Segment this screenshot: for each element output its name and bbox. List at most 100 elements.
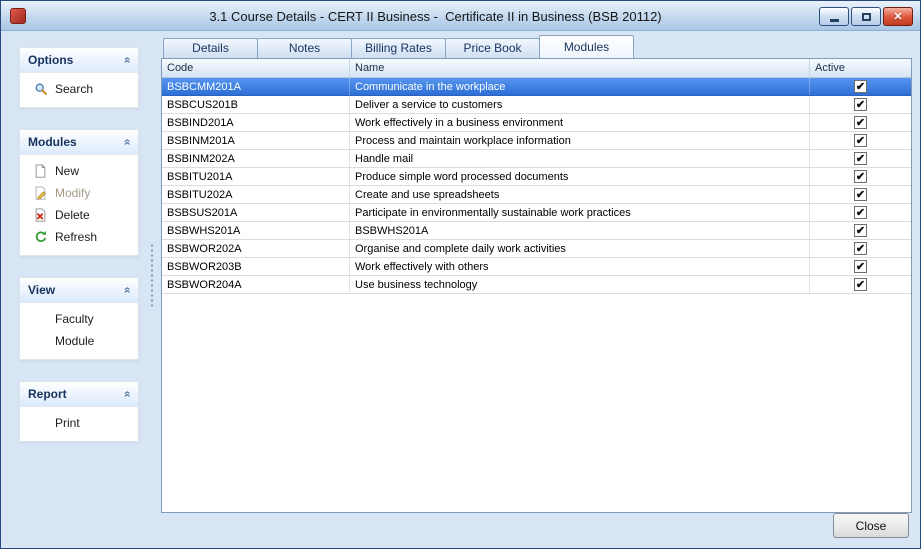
cell-name: Handle mail	[350, 150, 810, 167]
cell-active: ✔	[810, 168, 911, 185]
table-row[interactable]: BSBITU202ACreate and use spreadsheets✔	[162, 186, 911, 204]
cell-name: Use business technology	[350, 276, 810, 293]
close-icon: ✕	[893, 10, 902, 23]
sidebar-item-modify[interactable]: Modify	[20, 182, 138, 204]
table-row[interactable]: BSBSUS201AParticipate in environmentally…	[162, 204, 911, 222]
panel-title: Report	[28, 387, 67, 401]
cell-name: Participate in environmentally sustainab…	[350, 204, 810, 221]
column-header-active[interactable]: Active	[810, 59, 911, 77]
titlebar[interactable]: 3.1 Course Details - CERT II Business - …	[1, 1, 920, 31]
collapse-chevron-icon[interactable]: »	[120, 57, 134, 64]
search-icon	[33, 82, 48, 97]
active-checkbox[interactable]: ✔	[854, 278, 867, 291]
table-row[interactable]: BSBIND201AWork effectively in a business…	[162, 114, 911, 132]
cell-active: ✔	[810, 222, 911, 239]
blank-icon	[33, 416, 48, 431]
sidebar-item-module[interactable]: Module	[20, 330, 138, 352]
tab-modules[interactable]: Modules	[539, 35, 634, 58]
splitter-grip-icon	[150, 243, 154, 307]
cell-active: ✔	[810, 96, 911, 113]
tab-strip: Details Notes Billing Rates Price Book M…	[161, 35, 912, 58]
cell-code: BSBWOR203B	[162, 258, 350, 275]
report-panel: Report » Print	[19, 381, 139, 442]
cell-name: BSBWHS201A	[350, 222, 810, 239]
table-row[interactable]: BSBWOR204AUse business technology✔	[162, 276, 911, 294]
maximize-icon	[862, 13, 871, 21]
column-header-code[interactable]: Code	[162, 59, 350, 77]
active-checkbox[interactable]: ✔	[854, 170, 867, 183]
active-checkbox[interactable]: ✔	[854, 224, 867, 237]
active-checkbox[interactable]: ✔	[854, 116, 867, 129]
options-panel-header[interactable]: Options »	[20, 48, 138, 73]
table-row[interactable]: BSBWOR203BWork effectively with others ✔	[162, 258, 911, 276]
report-panel-header[interactable]: Report »	[20, 382, 138, 407]
active-checkbox[interactable]: ✔	[854, 152, 867, 165]
cell-code: BSBITU202A	[162, 186, 350, 203]
tab-notes[interactable]: Notes	[257, 38, 352, 58]
modules-panel-header[interactable]: Modules »	[20, 130, 138, 155]
panel-title: Modules	[28, 135, 77, 149]
active-checkbox[interactable]: ✔	[854, 134, 867, 147]
sidebar-item-search[interactable]: Search	[20, 78, 138, 100]
sidebar-item-delete[interactable]: Delete	[20, 204, 138, 226]
sidebar-item-refresh[interactable]: Refresh	[20, 226, 138, 248]
collapse-chevron-icon[interactable]: »	[120, 287, 134, 294]
collapse-chevron-icon[interactable]: »	[120, 139, 134, 146]
app-icon	[10, 8, 26, 24]
table-row[interactable]: BSBWHS201ABSBWHS201A✔	[162, 222, 911, 240]
view-panel-header[interactable]: View »	[20, 278, 138, 303]
cell-name: Produce simple word processed documents	[350, 168, 810, 185]
collapse-chevron-icon[interactable]: »	[120, 391, 134, 398]
cell-active: ✔	[810, 78, 911, 95]
active-checkbox[interactable]: ✔	[854, 80, 867, 93]
cell-active: ✔	[810, 258, 911, 275]
sidebar: Options » Search Modules »	[19, 47, 139, 442]
close-window-button[interactable]: ✕	[883, 7, 913, 26]
main-area: Details Notes Billing Rates Price Book M…	[161, 35, 912, 513]
active-checkbox[interactable]: ✔	[854, 206, 867, 219]
cell-active: ✔	[810, 276, 911, 293]
sidebar-splitter[interactable]	[149, 37, 155, 513]
edit-pencil-icon	[33, 186, 48, 201]
options-panel: Options » Search	[19, 47, 139, 108]
tab-billing-rates[interactable]: Billing Rates	[351, 38, 446, 58]
cell-active: ✔	[810, 150, 911, 167]
refresh-icon	[33, 230, 48, 245]
tab-details[interactable]: Details	[163, 38, 258, 58]
table-row[interactable]: BSBINM202AHandle mail✔	[162, 150, 911, 168]
sidebar-item-label: Faculty	[55, 312, 94, 326]
blank-icon	[33, 312, 48, 327]
cell-code: BSBIND201A	[162, 114, 350, 131]
cell-code: BSBINM201A	[162, 132, 350, 149]
sidebar-item-new[interactable]: New	[20, 160, 138, 182]
cell-name: Work effectively with others	[350, 258, 810, 275]
sidebar-item-label: Search	[55, 82, 93, 96]
sidebar-item-print[interactable]: Print	[20, 412, 138, 434]
cell-active: ✔	[810, 240, 911, 257]
sidebar-item-label: Module	[55, 334, 94, 348]
panel-title: Options	[28, 53, 73, 67]
active-checkbox[interactable]: ✔	[854, 242, 867, 255]
modules-table: Code Name Active BSBCMM201ACommunicate i…	[161, 58, 912, 513]
cell-name: Process and maintain workplace informati…	[350, 132, 810, 149]
close-button[interactable]: Close	[833, 513, 909, 538]
table-row[interactable]: BSBCMM201ACommunicate in the workplace✔	[162, 78, 911, 96]
column-header-name[interactable]: Name	[350, 59, 810, 77]
active-checkbox[interactable]: ✔	[854, 98, 867, 111]
cell-active: ✔	[810, 186, 911, 203]
table-row[interactable]: BSBINM201AProcess and maintain workplace…	[162, 132, 911, 150]
sidebar-item-label: New	[55, 164, 79, 178]
tab-price-book[interactable]: Price Book	[445, 38, 540, 58]
sidebar-item-faculty[interactable]: Faculty	[20, 308, 138, 330]
table-row[interactable]: BSBCUS201BDeliver a service to customers…	[162, 96, 911, 114]
active-checkbox[interactable]: ✔	[854, 260, 867, 273]
active-checkbox[interactable]: ✔	[854, 188, 867, 201]
table-row[interactable]: BSBITU201AProduce simple word processed …	[162, 168, 911, 186]
maximize-button[interactable]	[851, 7, 881, 26]
table-row[interactable]: BSBWOR202AOrganise and complete daily wo…	[162, 240, 911, 258]
blank-icon	[33, 334, 48, 349]
cell-code: BSBCUS201B	[162, 96, 350, 113]
minimize-button[interactable]	[819, 7, 849, 26]
table-rows: BSBCMM201ACommunicate in the workplace✔B…	[162, 78, 911, 294]
sidebar-item-label: Modify	[55, 186, 90, 200]
